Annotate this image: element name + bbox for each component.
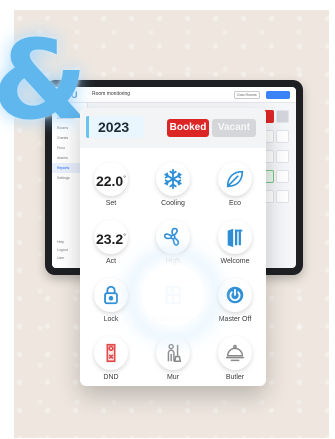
- dnd-label: DND: [103, 374, 119, 381]
- master-off-label: Master Off: [218, 316, 252, 323]
- cooling-label: Cooling: [161, 200, 185, 207]
- room-tile[interactable]: [276, 130, 289, 143]
- tablet-topbar: RCU Room monitoring Goto Rooms: [52, 87, 296, 103]
- fan-icon: [163, 227, 180, 246]
- set-temp-label: Set: [105, 200, 117, 207]
- primary-button[interactable]: [266, 91, 290, 99]
- panel-header: 2023 Booked Vacant: [80, 108, 266, 148]
- butler-tile[interactable]: Butler: [204, 330, 266, 388]
- mur-circle: [156, 336, 190, 370]
- cloche-icon: [226, 344, 244, 362]
- cooling-circle: [156, 162, 190, 196]
- welcome-label: Welcome: [220, 258, 250, 265]
- master-off-circle: [218, 278, 252, 312]
- booked-button[interactable]: Booked: [167, 119, 209, 137]
- mur-tile[interactable]: Mur: [142, 330, 204, 388]
- room-tile[interactable]: [276, 110, 289, 123]
- actual-temp-value: 23.2°: [95, 230, 127, 247]
- cooling-tile[interactable]: Cooling: [142, 156, 204, 214]
- room-control-panel: 2023 Booked Vacant 22.0° Set Cooling Eco…: [80, 108, 266, 386]
- welcome-circle: [218, 220, 252, 254]
- set-temp-value: 22.0°: [95, 172, 127, 189]
- sidebar-item-logout[interactable]: Logout: [57, 246, 68, 254]
- dnd-circle: [94, 336, 128, 370]
- page-title: Room monitoring: [92, 91, 131, 97]
- room-tile[interactable]: [276, 190, 289, 203]
- set-temp-tile[interactable]: 22.0° Set: [80, 156, 142, 214]
- window-open-highlight: [142, 264, 204, 326]
- fan-circle: [156, 220, 190, 254]
- room-number: 2023: [86, 116, 144, 138]
- welcome-tile[interactable]: Welcome: [204, 214, 266, 272]
- mur-label: Mur: [166, 374, 180, 381]
- search-input[interactable]: Goto Rooms: [234, 91, 260, 99]
- door-open-icon: [227, 228, 243, 248]
- sidebar-item-help[interactable]: Help: [57, 238, 68, 246]
- butler-circle: [218, 336, 252, 370]
- vacant-button[interactable]: Vacant: [212, 119, 256, 137]
- eco-circle: [218, 162, 252, 196]
- room-tile[interactable]: [276, 150, 289, 163]
- actual-temp-label: Act: [105, 258, 117, 265]
- master-off-tile[interactable]: Master Off: [204, 272, 266, 330]
- lock-label: Lock: [103, 316, 119, 323]
- power-icon: [226, 286, 244, 304]
- room-tile[interactable]: [276, 170, 289, 183]
- housekeeping-icon: [167, 343, 182, 362]
- actual-temp-tile[interactable]: 23.2° Act: [80, 214, 142, 272]
- lock-circle: [94, 278, 128, 312]
- eco-label: Eco: [228, 200, 242, 207]
- sidebar-item-user[interactable]: User: [57, 254, 68, 262]
- do-not-disturb-icon: [106, 343, 116, 363]
- lock-icon: [104, 285, 118, 305]
- leaf-icon: [226, 170, 244, 188]
- butler-label: Butler: [225, 374, 245, 381]
- dnd-tile[interactable]: DND: [80, 330, 142, 388]
- sidebar-bottom: Help Logout User: [57, 238, 68, 262]
- lock-tile[interactable]: Lock: [80, 272, 142, 330]
- actual-temp-circle: 23.2°: [94, 220, 128, 254]
- snowflake-icon: [164, 168, 182, 190]
- ampersand-badge: &: [0, 16, 88, 144]
- eco-tile[interactable]: Eco: [204, 156, 266, 214]
- set-temp-circle: 22.0°: [94, 162, 128, 196]
